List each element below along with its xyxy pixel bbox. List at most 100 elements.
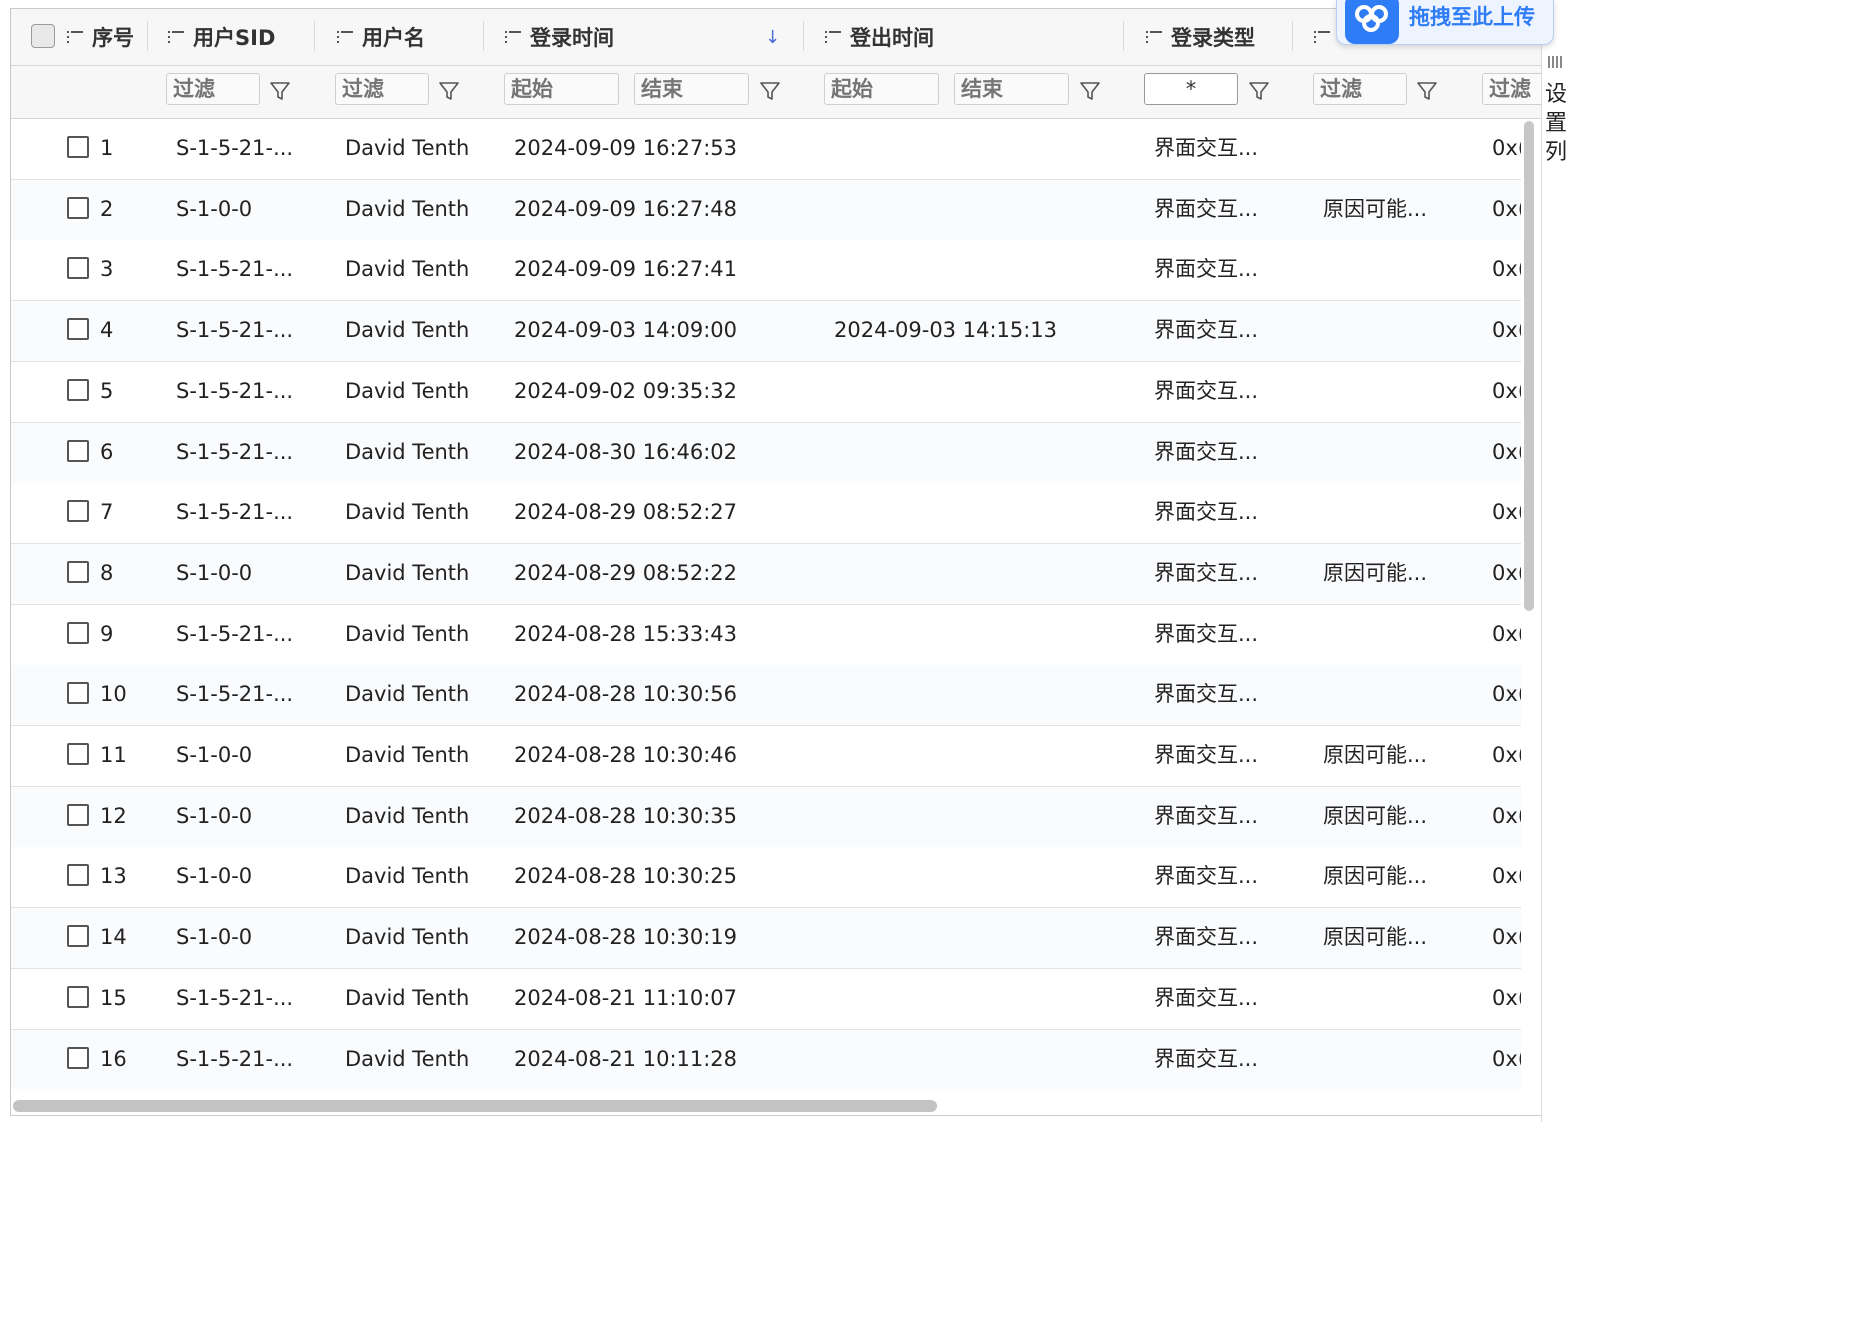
upload-drop-badge[interactable]: 拖拽至此上传 [1336, 0, 1554, 45]
cell-type: 界面交互... [1154, 500, 1259, 525]
table-row[interactable]: 6 S-1-5-21-... David Tenth 2024-08-30 16:46… [11, 422, 1521, 484]
cell-login: 2024-09-09 16:27:48 [514, 196, 738, 221]
row-checkbox[interactable] [67, 318, 89, 341]
row-checkbox[interactable] [67, 257, 89, 280]
column-header-seq[interactable]: 序号 [67, 9, 134, 65]
column-settings-label: 设置列 [1545, 82, 1568, 165]
table-row[interactable]: 1 S-1-5-21-... David Tenth 2024-09-09 16:27… [11, 119, 1521, 180]
column-header-row: 序号 用户SID 用户名 登录时间 ↓ 登出时间 登录类型 [11, 9, 1541, 66]
row-checkbox[interactable] [67, 803, 89, 826]
table-row[interactable]: 10 S-1-5-21-... David Tenth 2024-08-28 10:3… [11, 665, 1521, 727]
row-checkbox[interactable] [67, 196, 89, 219]
cell-logout [834, 362, 1114, 422]
cell-seq: 7 [100, 500, 114, 525]
cell-reason [1323, 240, 1463, 300]
table-row[interactable]: 4 S-1-5-21-... David Tenth 2024-09-03 14:09… [11, 301, 1521, 363]
column-divider[interactable] [1292, 21, 1293, 51]
column-divider[interactable] [1123, 21, 1124, 51]
col8-filter-input[interactable] [1482, 73, 1541, 105]
table-row[interactable]: 15 S-1-5-21-... David Tenth 2024-08-21 11:1… [11, 968, 1521, 1030]
funnel-icon[interactable] [759, 80, 781, 102]
list-icon[interactable] [825, 30, 841, 44]
drag-handle-icon[interactable] [1548, 56, 1562, 68]
funnel-icon[interactable] [1416, 80, 1438, 102]
col7-filter-input[interactable] [1313, 73, 1407, 105]
table-row[interactable]: 12 S-1-0-0 David Tenth 2024-08-28 10:30:35 界… [11, 786, 1521, 848]
table-row[interactable]: 7 S-1-5-21-... David Tenth 2024-08-29 08:52… [11, 483, 1521, 545]
login-end-input[interactable] [634, 73, 749, 105]
logout-start-input[interactable] [824, 73, 939, 105]
cell-extra: 0x( [1492, 500, 1521, 525]
sid-filter-input[interactable] [166, 73, 260, 105]
cell-extra: 0x( [1492, 621, 1521, 646]
column-header-logout[interactable]: 登出时间 [825, 9, 934, 65]
column-header-sid[interactable]: 用户SID [168, 9, 275, 65]
list-icon[interactable] [1314, 30, 1330, 44]
row-checkbox[interactable] [67, 378, 89, 401]
cell-type: 界面交互... [1154, 621, 1259, 646]
table-row[interactable]: 11 S-1-0-0 David Tenth 2024-08-28 10:30:46 界… [11, 726, 1521, 787]
list-icon[interactable] [337, 30, 353, 44]
cell-type: 界面交互... [1154, 803, 1259, 828]
column-header-user[interactable]: 用户名 [337, 9, 425, 65]
cell-seq: 9 [100, 621, 114, 646]
row-checkbox[interactable] [67, 743, 89, 765]
cell-extra: 0x( [1492, 1046, 1521, 1071]
row-checkbox[interactable] [67, 136, 89, 158]
funnel-icon[interactable] [1079, 80, 1101, 102]
cell-reason [1323, 665, 1463, 725]
row-checkbox[interactable] [67, 985, 89, 1008]
logout-end-input[interactable] [954, 73, 1069, 105]
funnel-icon[interactable] [1248, 80, 1270, 102]
arrow-down-icon[interactable]: ↓ [765, 27, 780, 48]
cell-extra: 0x( [1492, 136, 1521, 160]
table-row[interactable]: 5 S-1-5-21-... David Tenth 2024-09-02 09:35… [11, 361, 1521, 423]
list-icon[interactable] [1146, 30, 1162, 44]
table-row[interactable]: 14 S-1-0-0 David Tenth 2024-08-28 10:30:19 界… [11, 908, 1521, 970]
funnel-icon[interactable] [438, 80, 460, 102]
cell-login: 2024-09-09 16:27:41 [514, 257, 738, 282]
table-row[interactable]: 9 S-1-5-21-... David Tenth 2024-08-28 15:33… [11, 604, 1521, 666]
funnel-icon[interactable] [269, 80, 291, 102]
column-settings-panel[interactable]: 设置列 [1541, 40, 1569, 1122]
horizontal-scrollbar-thumb[interactable] [13, 1100, 937, 1112]
cell-logout [834, 605, 1114, 665]
cell-seq: 8 [100, 560, 114, 585]
row-checkbox[interactable] [67, 925, 89, 948]
row-checkbox[interactable] [67, 439, 89, 462]
cell-type: 界面交互... [1154, 1046, 1259, 1071]
table-row[interactable]: 3 S-1-5-21-... David Tenth 2024-09-09 16:27… [11, 240, 1521, 302]
cell-extra: 0x( [1492, 864, 1521, 889]
table-row[interactable]: 16 S-1-5-21-... David Tenth 2024-08-21 10:1… [11, 1029, 1521, 1089]
user-filter-input[interactable] [335, 73, 429, 105]
cell-seq: 15 [100, 985, 127, 1010]
cell-sid: S-1-5-21-... [176, 257, 294, 282]
column-header-login[interactable]: 登录时间 [505, 9, 614, 65]
login-start-input[interactable] [504, 73, 619, 105]
cell-reason [1323, 969, 1463, 1029]
row-checkbox[interactable] [67, 864, 89, 887]
column-header-type[interactable]: 登录类型 [1146, 9, 1255, 65]
row-checkbox[interactable] [67, 560, 89, 583]
table-row[interactable]: 2 S-1-0-0 David Tenth 2024-09-09 16:27:48 界面… [11, 179, 1521, 241]
row-checkbox[interactable] [67, 1046, 89, 1069]
column-divider[interactable] [147, 21, 148, 51]
login-records-grid: 序号 用户SID 用户名 登录时间 ↓ 登出时间 登录类型 过滤 过滤 起始 结… [10, 8, 1541, 1116]
row-checkbox[interactable] [67, 621, 89, 644]
select-all-checkbox[interactable] [31, 24, 55, 48]
vertical-scrollbar[interactable] [1524, 121, 1534, 611]
list-icon[interactable] [168, 30, 184, 44]
list-icon[interactable] [67, 30, 83, 44]
type-filter-input[interactable] [1144, 73, 1238, 105]
column-divider[interactable] [314, 21, 315, 51]
list-icon[interactable] [505, 30, 521, 44]
upload-badge-label: 拖拽至此上传 [1409, 5, 1535, 29]
row-checkbox[interactable] [67, 500, 89, 523]
row-checkbox[interactable] [67, 682, 89, 705]
cell-sid: S-1-5-21-... [176, 378, 294, 403]
table-row[interactable]: 13 S-1-0-0 David Tenth 2024-08-28 10:30:25 界… [11, 847, 1521, 909]
cell-sid: S-1-0-0 [176, 925, 253, 950]
column-divider[interactable] [803, 21, 804, 51]
column-divider[interactable] [483, 21, 484, 51]
table-row[interactable]: 8 S-1-0-0 David Tenth 2024-08-29 08:52:22 界面… [11, 543, 1521, 605]
